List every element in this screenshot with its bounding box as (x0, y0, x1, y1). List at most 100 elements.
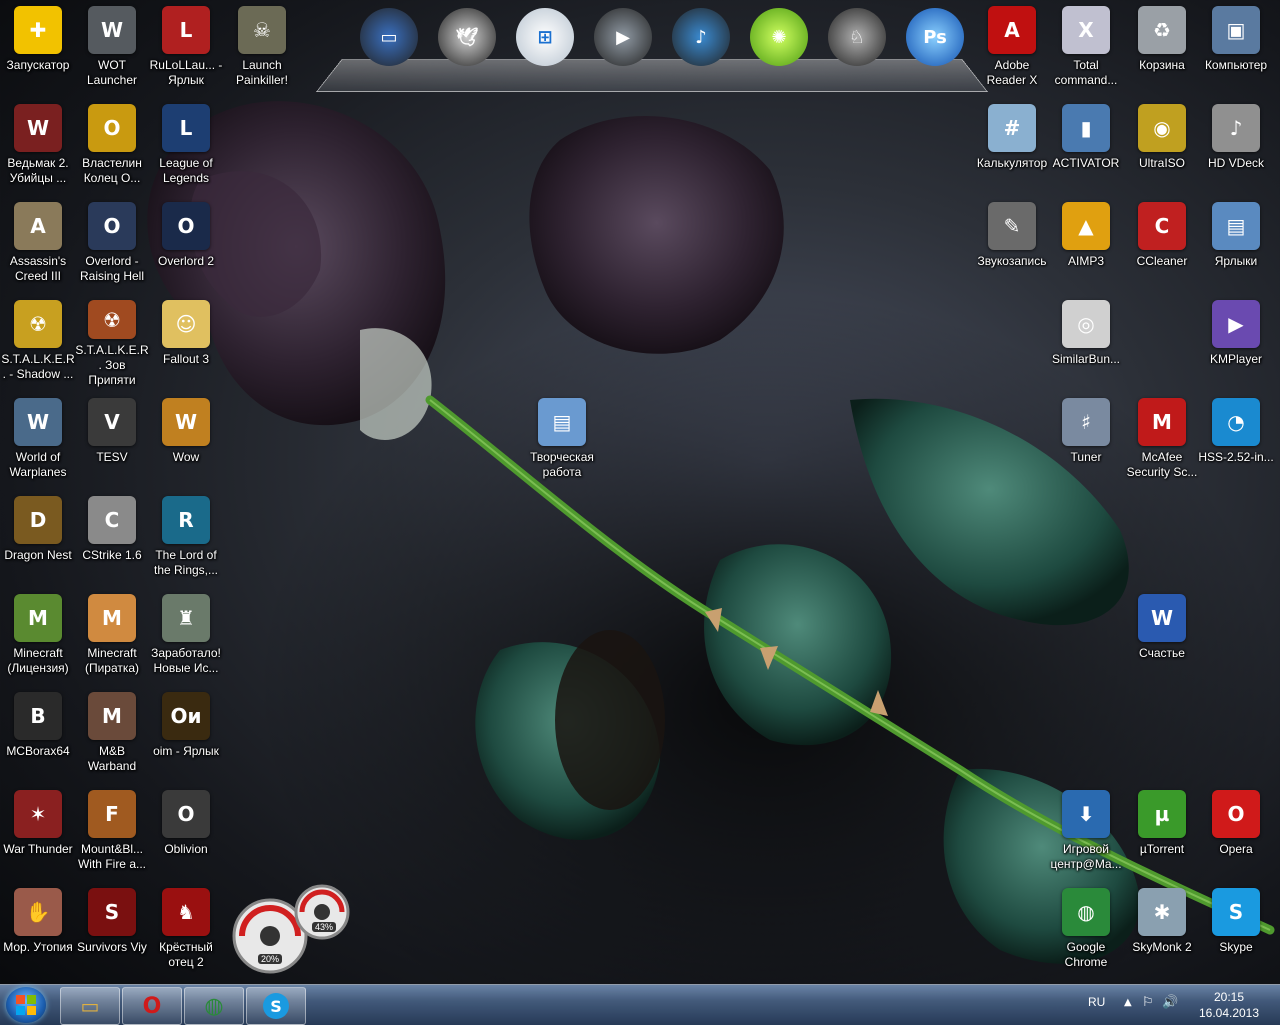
dock-item-windows[interactable]: ⊞ (516, 8, 574, 66)
desktop-shortcut[interactable]: O Oblivion (148, 786, 224, 878)
taskbar-chrome-button[interactable]: ◍ (184, 987, 244, 1025)
desktop-shortcut[interactable]: ✶ War Thunder (0, 786, 76, 878)
desktop-shortcut[interactable]: ✚ Запускатор (0, 2, 76, 94)
desktop-shortcut[interactable]: ♜ Заработало! Новые Ис... (148, 590, 224, 682)
desktop-shortcut[interactable]: M Minecraft (Пиратка) (74, 590, 150, 682)
desktop-shortcut[interactable]: L League of Legends (148, 100, 224, 192)
volume-icon[interactable]: 🔊 (1162, 995, 1178, 1010)
shortcut-label: Assassin's Creed III (9, 254, 67, 283)
shortcut-icon: ♻ (1138, 6, 1186, 54)
shortcut-label: World of Warplanes (9, 450, 67, 479)
shortcut-label: AIMP3 (1067, 254, 1104, 268)
desktop-shortcut[interactable]: R The Lord of the Rings,... (148, 492, 224, 584)
desktop-shortcut[interactable]: W Счастье (1124, 590, 1200, 682)
desktop-shortcut[interactable]: ◍ Google Chrome (1048, 884, 1124, 976)
desktop-shortcut[interactable]: ◉ UltraISO (1124, 100, 1200, 192)
desktop-shortcut[interactable]: O Opera (1198, 786, 1274, 878)
desktop-shortcut[interactable]: D Dragon Nest (0, 492, 76, 584)
dock-item-lime[interactable]: ✺ (750, 8, 808, 66)
dock-item-camcorder[interactable]: ▶ (594, 8, 652, 66)
shortcut-label: Калькулятор (976, 156, 1048, 170)
clock-time[interactable]: 20:15 (1188, 990, 1270, 1004)
desktop-shortcut[interactable]: O Overlord - Raising Hell (74, 198, 150, 290)
desktop-shortcut[interactable]: W World of Warplanes (0, 394, 76, 486)
desktop-shortcut[interactable]: ◎ SimilarBun... (1048, 296, 1124, 388)
clock-date[interactable]: 16.04.2013 (1188, 1006, 1270, 1020)
shortcut-icon: ◔ (1212, 398, 1260, 446)
desktop-shortcut[interactable]: ♪ HD VDeck (1198, 100, 1274, 192)
desktop-shortcut[interactable]: M M&B Warband (74, 688, 150, 780)
photoshop-icon: Ps (923, 26, 947, 48)
shortcut-label: Adobe Reader X (986, 58, 1038, 87)
shortcut-icon: ▲ (1062, 202, 1110, 250)
shortcut-icon: A (14, 202, 62, 250)
desktop-shortcut[interactable]: ✎ Звукозапись (974, 198, 1050, 290)
desktop-shortcut[interactable]: ☢ S.T.A.L.K.E.R. - Shadow ... (0, 296, 76, 388)
shortcut-label: Overlord 2 (157, 254, 215, 268)
shortcut-label: oim - Ярлык (153, 744, 219, 758)
taskbar-skype-button[interactable]: S (246, 987, 306, 1025)
desktop-shortcut[interactable]: M Minecraft (Лицензия) (0, 590, 76, 682)
dock-item-cockatoo[interactable]: 🕊 (438, 8, 496, 66)
shortcut-label: Игровой центр@Ma... (1050, 842, 1122, 871)
cpu-meter-gadget[interactable]: 20% 43% (232, 884, 356, 974)
shortcut-icon: ☢ (14, 300, 62, 348)
desktop-shortcut[interactable]: # Калькулятор (974, 100, 1050, 192)
desktop-shortcut[interactable]: M McAfee Security Sc... (1124, 394, 1200, 486)
desktop-shortcut[interactable]: ♞ Крёстный отец 2 (148, 884, 224, 976)
shortcut-label: KMPlayer (1209, 352, 1262, 366)
desktop-shortcut[interactable]: A Assassin's Creed III (0, 198, 76, 290)
desktop-shortcut[interactable]: ☠ Launch Painkiller! (224, 2, 300, 94)
dock-item-media-center[interactable]: ♪ (672, 8, 730, 66)
shortcut-icon: ✋ (14, 888, 62, 936)
desktop-shortcut[interactable]: W Ведьмак 2. Убийцы ... (0, 100, 76, 192)
shortcut-label: S.T.A.L.K.E.R. - Shadow ... (1, 352, 75, 381)
desktop-shortcut[interactable]: ▤ Творческая работа (524, 394, 600, 486)
desktop-shortcut[interactable]: ♯ Tuner (1048, 394, 1124, 486)
desktop-shortcut[interactable]: B MCBorax64 (0, 688, 76, 780)
shortcut-label: S.T.A.L.K.E.R. Зов Припяти (75, 343, 149, 387)
desktop-shortcut[interactable]: Oи oim - Ярлык (148, 688, 224, 780)
taskbar-explorer-button[interactable]: ▭ (60, 987, 120, 1025)
start-button[interactable] (6, 987, 46, 1023)
desktop-shortcut[interactable]: A Adobe Reader X (974, 2, 1050, 94)
dock-item-photoshop[interactable]: Ps (906, 8, 964, 66)
desktop-shortcut[interactable]: F Mount&Bl... With Fire a... (74, 786, 150, 878)
desktop-shortcut[interactable]: ✱ SkyMonk 2 (1124, 884, 1200, 976)
shortcut-label: SkyMonk 2 (1132, 940, 1192, 954)
dock-item-robot-dog[interactable]: ♘ (828, 8, 886, 66)
desktop-shortcut[interactable]: X Total command... (1048, 2, 1124, 94)
shortcut-icon: F (88, 790, 136, 838)
desktop-shortcut[interactable]: ☺ Fallout 3 (148, 296, 224, 388)
desktop-shortcut[interactable]: µ µTorrent (1124, 786, 1200, 878)
desktop-shortcut[interactable]: C CStrike 1.6 (74, 492, 150, 584)
shortcut-label: ACTIVATOR (1052, 156, 1120, 170)
desktop-shortcut[interactable]: ⬇ Игровой центр@Ma... (1048, 786, 1124, 878)
desktop-shortcut[interactable]: L RuLoLLau... - Ярлык (148, 2, 224, 94)
desktop-shortcut[interactable]: S Survivors Viy (74, 884, 150, 976)
network-icon[interactable]: ⚐ (1142, 995, 1154, 1010)
desktop-shortcut[interactable]: ♻ Корзина (1124, 2, 1200, 94)
desktop-shortcut[interactable]: ▤ Ярлыки (1198, 198, 1274, 290)
shortcut-icon: C (1138, 202, 1186, 250)
desktop-shortcut[interactable]: W WOT Launcher (74, 2, 150, 94)
desktop-shortcut[interactable]: V TESV (74, 394, 150, 486)
desktop-shortcut[interactable]: ▶ KMPlayer (1198, 296, 1274, 388)
desktop-shortcut[interactable]: ☢ S.T.A.L.K.E.R. Зов Припяти (74, 296, 150, 388)
desktop-shortcut[interactable]: ▲ AIMP3 (1048, 198, 1124, 290)
desktop-shortcut[interactable]: C CCleaner (1124, 198, 1200, 290)
desktop-shortcut[interactable]: ▣ Компьютер (1198, 2, 1274, 94)
desktop-shortcut[interactable]: W Wow (148, 394, 224, 486)
shortcut-label: Ведьмак 2. Убийцы ... (7, 156, 69, 185)
desktop-shortcut[interactable]: S Skype (1198, 884, 1274, 976)
show-hidden-icons-icon[interactable]: ▲ (1124, 997, 1132, 1008)
dock-item-laptop[interactable]: ▭ (360, 8, 418, 66)
desktop-shortcut[interactable]: O Властелин Колец О... (74, 100, 150, 192)
desktop-shortcut[interactable]: ✋ Мор. Утопия (0, 884, 76, 976)
taskbar-opera-button[interactable]: O (122, 987, 182, 1025)
desktop-shortcut[interactable]: O Overlord 2 (148, 198, 224, 290)
desktop-shortcut[interactable]: ◔ HSS-2.52-in... (1198, 394, 1274, 486)
dock-shelf (316, 58, 988, 92)
desktop-shortcut[interactable]: ▮ ACTIVATOR (1048, 100, 1124, 192)
language-indicator[interactable]: RU (1088, 995, 1105, 1009)
